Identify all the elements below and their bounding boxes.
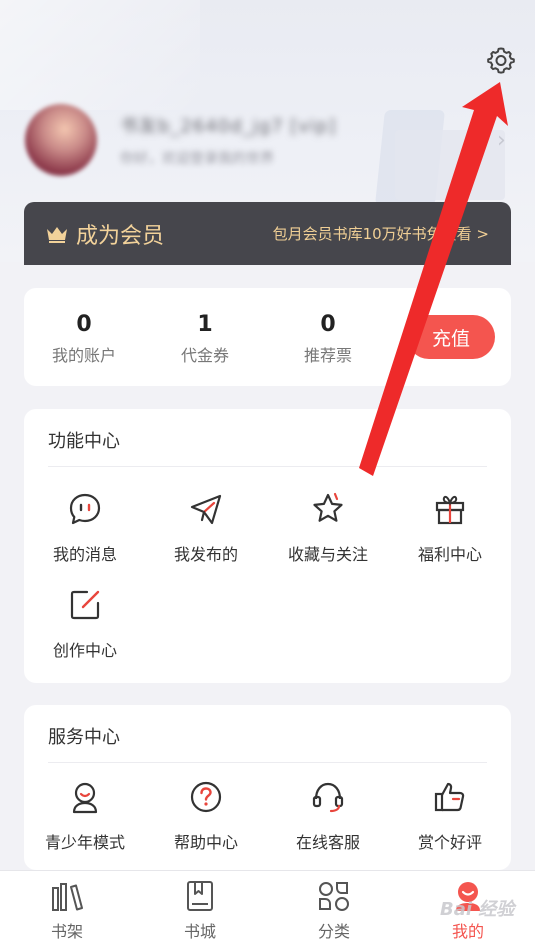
message-icon	[65, 489, 105, 529]
divider	[48, 466, 487, 467]
vip-title: 成为会员	[76, 223, 165, 249]
stat-label: 代金券	[180, 346, 229, 365]
item-label: 青少年模式	[44, 833, 125, 852]
bookstore-icon	[180, 879, 220, 913]
service-center-card: 服务中心 青少年模式 帮助中心 在线客服 赏个好评	[24, 705, 511, 870]
item-label: 赏个好评	[417, 833, 482, 852]
rate-app-item[interactable]: 赏个好评	[390, 777, 510, 853]
help-center-item[interactable]: 帮助中心	[146, 777, 266, 853]
vip-description-link[interactable]: 包月会员书库10万好书免费看 >	[273, 223, 489, 244]
tab-category[interactable]: 分类	[284, 879, 384, 942]
my-messages-item[interactable]: 我的消息	[25, 489, 145, 565]
vip-banner[interactable]: 成为会员 包月会员书库10万好书免费看 >	[24, 202, 511, 265]
item-label: 我的消息	[52, 545, 117, 564]
stat-value: 1	[197, 312, 213, 337]
crown-icon	[47, 226, 67, 243]
tab-bookstore[interactable]: 书城	[150, 879, 250, 942]
voucher-count[interactable]: 1 代金券	[145, 310, 265, 366]
recommend-ticket-count[interactable]: 0 推荐票	[268, 310, 388, 366]
tab-label: 书城	[183, 922, 216, 941]
category-icon	[314, 879, 354, 913]
section-title: 功能中心	[48, 431, 120, 452]
account-card: 0 我的账户 1 代金券 0 推荐票 充值	[24, 288, 511, 386]
paper-plane-icon	[186, 489, 226, 529]
teen-mode-icon	[65, 777, 105, 817]
creation-center-item[interactable]: 创作中心	[25, 585, 145, 661]
welfare-center-item[interactable]: 福利中心	[390, 489, 510, 565]
stat-label: 推荐票	[303, 346, 352, 365]
username[interactable]: 书友b_2640d_jg7 [vip]	[120, 112, 345, 138]
help-icon	[186, 777, 226, 817]
function-center-card: 功能中心 我的消息 我发布的 收藏与关注 福利中心 创作中心	[24, 409, 511, 683]
stat-value: 0	[320, 312, 336, 337]
recharge-button[interactable]: 充值	[407, 315, 495, 359]
item-label: 在线客服	[295, 833, 360, 852]
watermark-logo: Bai 经验	[440, 899, 515, 920]
item-label: 福利中心	[417, 545, 482, 564]
bookshelf-icon	[47, 879, 87, 913]
thumbs-up-icon	[430, 777, 470, 817]
online-support-item[interactable]: 在线客服	[268, 777, 388, 853]
star-icon	[308, 489, 348, 529]
chevron-right-icon[interactable]: ›	[497, 128, 506, 153]
tab-label: 书架	[50, 922, 83, 941]
section-title: 服务中心	[48, 727, 120, 748]
my-posts-item[interactable]: 我发布的	[146, 489, 266, 565]
teen-mode-item[interactable]: 青少年模式	[25, 777, 145, 853]
favorites-follows-item[interactable]: 收藏与关注	[268, 489, 388, 565]
item-label: 创作中心	[52, 641, 117, 660]
settings-gear-icon[interactable]	[484, 43, 518, 77]
gift-icon	[430, 489, 470, 529]
stat-label: 我的账户	[51, 346, 116, 365]
account-balance[interactable]: 0 我的账户	[24, 310, 144, 366]
user-subtitle: 你好，欢迎登录我的世界	[120, 151, 274, 167]
tab-label: 分类	[317, 922, 350, 941]
item-label: 我发布的	[173, 545, 238, 564]
avatar[interactable]	[25, 104, 97, 176]
stat-value: 0	[76, 312, 92, 337]
tab-label: 我的	[451, 922, 484, 941]
headset-icon	[308, 777, 348, 817]
tab-bookshelf[interactable]: 书架	[17, 879, 117, 942]
header-decoration	[395, 130, 505, 200]
divider	[48, 762, 487, 763]
item-label: 收藏与关注	[287, 545, 368, 564]
edit-icon	[65, 585, 105, 625]
item-label: 帮助中心	[173, 833, 238, 852]
header-decoration	[0, 0, 200, 110]
